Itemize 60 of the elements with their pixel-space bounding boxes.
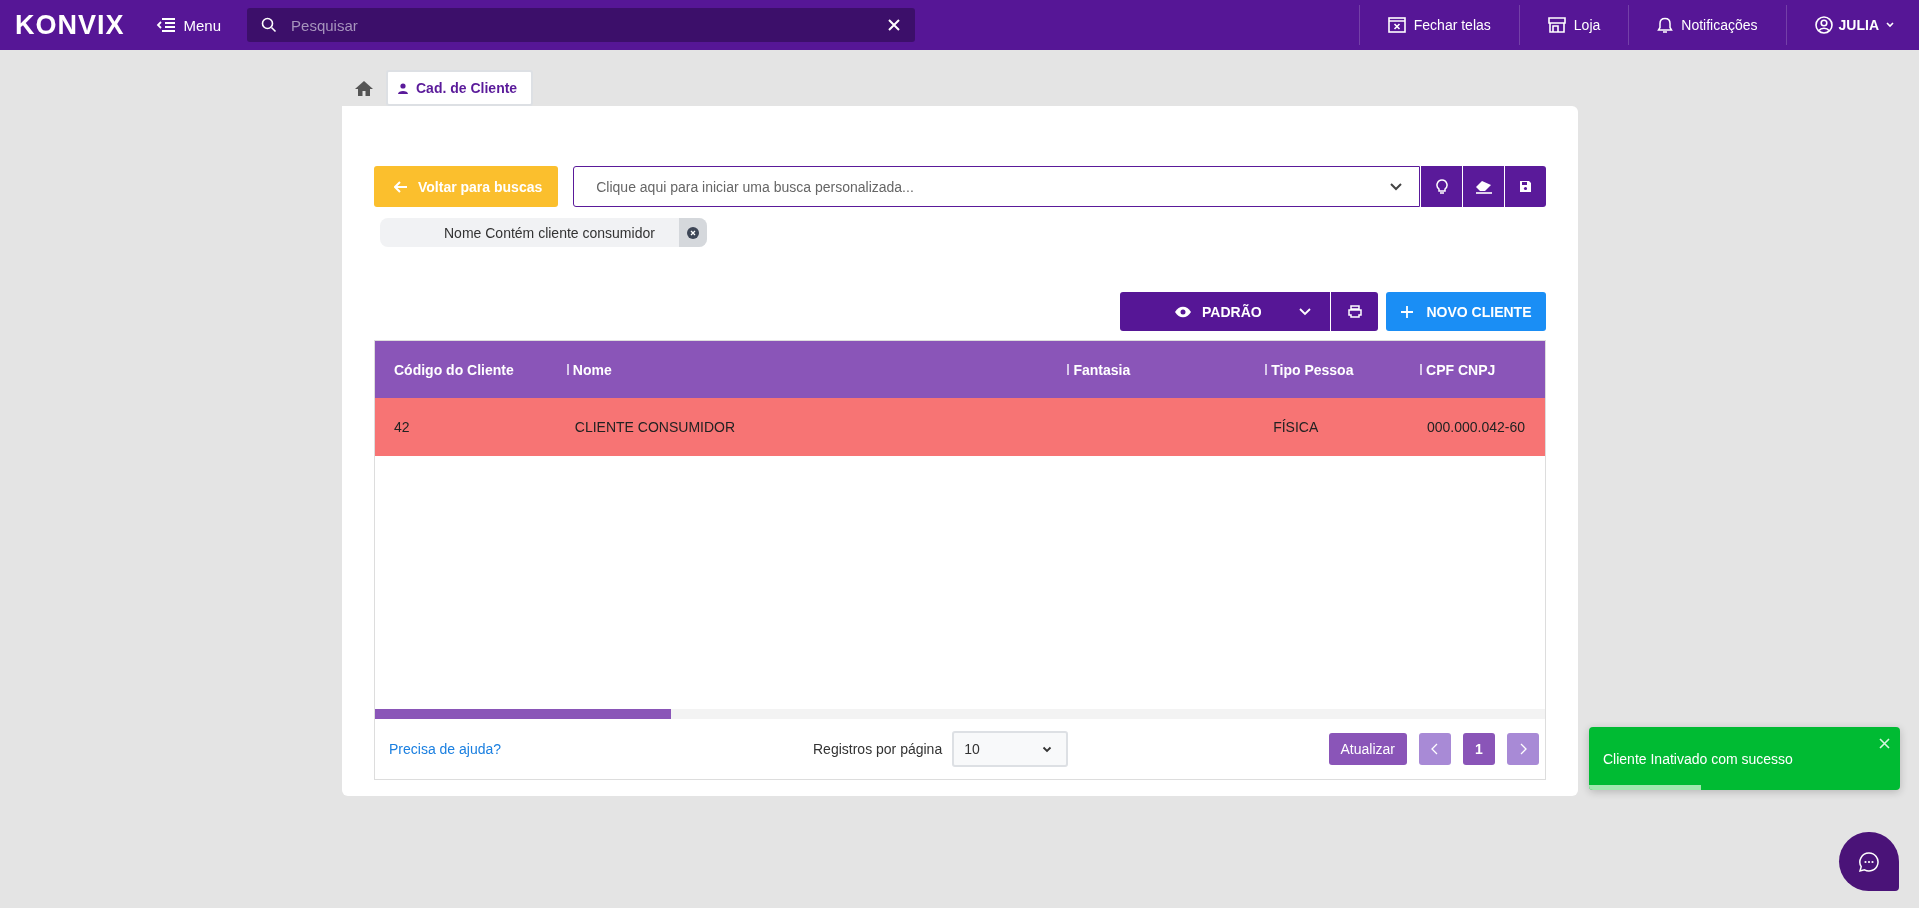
search-bar[interactable]: Pesquisar	[247, 8, 916, 42]
home-icon	[354, 79, 374, 97]
print-button[interactable]	[1330, 292, 1378, 331]
chevron-down-icon	[1298, 307, 1312, 316]
chevron-right-icon	[1519, 743, 1527, 755]
view-selector-button[interactable]: PADRÃO	[1120, 292, 1330, 331]
chat-icon	[1858, 850, 1880, 873]
printer-icon	[1347, 305, 1362, 318]
save-button[interactable]	[1504, 166, 1546, 207]
store-button[interactable]: Loja	[1518, 5, 1629, 45]
search-icon	[261, 17, 278, 33]
person-icon	[398, 82, 408, 94]
notifications-button[interactable]: Notificações	[1628, 5, 1786, 45]
user-menu-button[interactable]: JULIA	[1785, 5, 1907, 45]
chevron-down-icon	[1389, 182, 1403, 191]
clear-filters-button[interactable]	[1462, 166, 1504, 207]
store-icon	[1547, 17, 1566, 33]
arrow-left-icon	[394, 180, 408, 193]
table-cell: 42	[394, 419, 410, 435]
remove-filter-button[interactable]	[678, 218, 707, 247]
filter-label: Nome Contém cliente consumidor	[443, 224, 656, 241]
custom-search-bar[interactable]: Clique aqui para iniciar uma busca personalizada...	[573, 166, 1420, 207]
page-button[interactable]: 1	[1463, 733, 1495, 765]
table-cell: FÍSICA	[1273, 419, 1319, 435]
save-icon	[1519, 180, 1532, 193]
table-cell: CLIENTE CONSUMIDOR	[574, 419, 736, 435]
help-link[interactable]: Precisa de ajuda?	[389, 741, 789, 757]
chevron-down-icon	[1042, 745, 1053, 753]
column-header[interactable]: Tipo Pessoa	[1271, 361, 1354, 378]
clear-icon[interactable]	[887, 18, 902, 32]
tips-button[interactable]	[1420, 166, 1462, 207]
page-tab[interactable]: Cad. de Cliente	[386, 70, 534, 106]
toast-message: Cliente Inativado com sucesso	[1603, 751, 1793, 767]
new-client-button[interactable]: NOVO CLIENTE	[1386, 292, 1546, 331]
column-header[interactable]: Fantasia	[1073, 361, 1131, 378]
chat-button[interactable]	[1839, 832, 1899, 891]
column-header[interactable]: Código do Cliente	[394, 361, 514, 378]
page-size-label: Registros por página	[813, 741, 943, 757]
bell-icon	[1657, 16, 1674, 34]
eraser-icon	[1474, 179, 1493, 194]
column-header[interactable]: CPF CNPJ	[1426, 361, 1496, 378]
scrollbar-thumb[interactable]	[375, 709, 671, 719]
column-header[interactable]: Nome	[572, 361, 612, 378]
user-icon	[1814, 16, 1833, 34]
table-cell: 000.000.042-60	[1426, 419, 1525, 435]
logo[interactable]: KONVIX	[15, 9, 125, 41]
horizontal-scrollbar[interactable]	[375, 709, 1545, 719]
close-screens-button[interactable]: Fechar telas	[1358, 5, 1519, 45]
page-size-select[interactable]: 10	[952, 731, 1069, 767]
search-field[interactable]: Pesquisar	[289, 15, 876, 35]
chevron-left-icon	[1431, 743, 1439, 755]
menu-icon	[155, 17, 176, 33]
plus-icon	[1400, 304, 1415, 319]
menu-button[interactable]: Menu	[149, 15, 228, 35]
chevron-down-icon	[1885, 21, 1895, 29]
eye-icon	[1174, 305, 1192, 318]
lightbulb-icon	[1435, 178, 1448, 195]
close-icon	[686, 226, 699, 239]
refresh-button[interactable]: Atualizar	[1328, 733, 1407, 765]
window-close-icon	[1387, 17, 1406, 33]
